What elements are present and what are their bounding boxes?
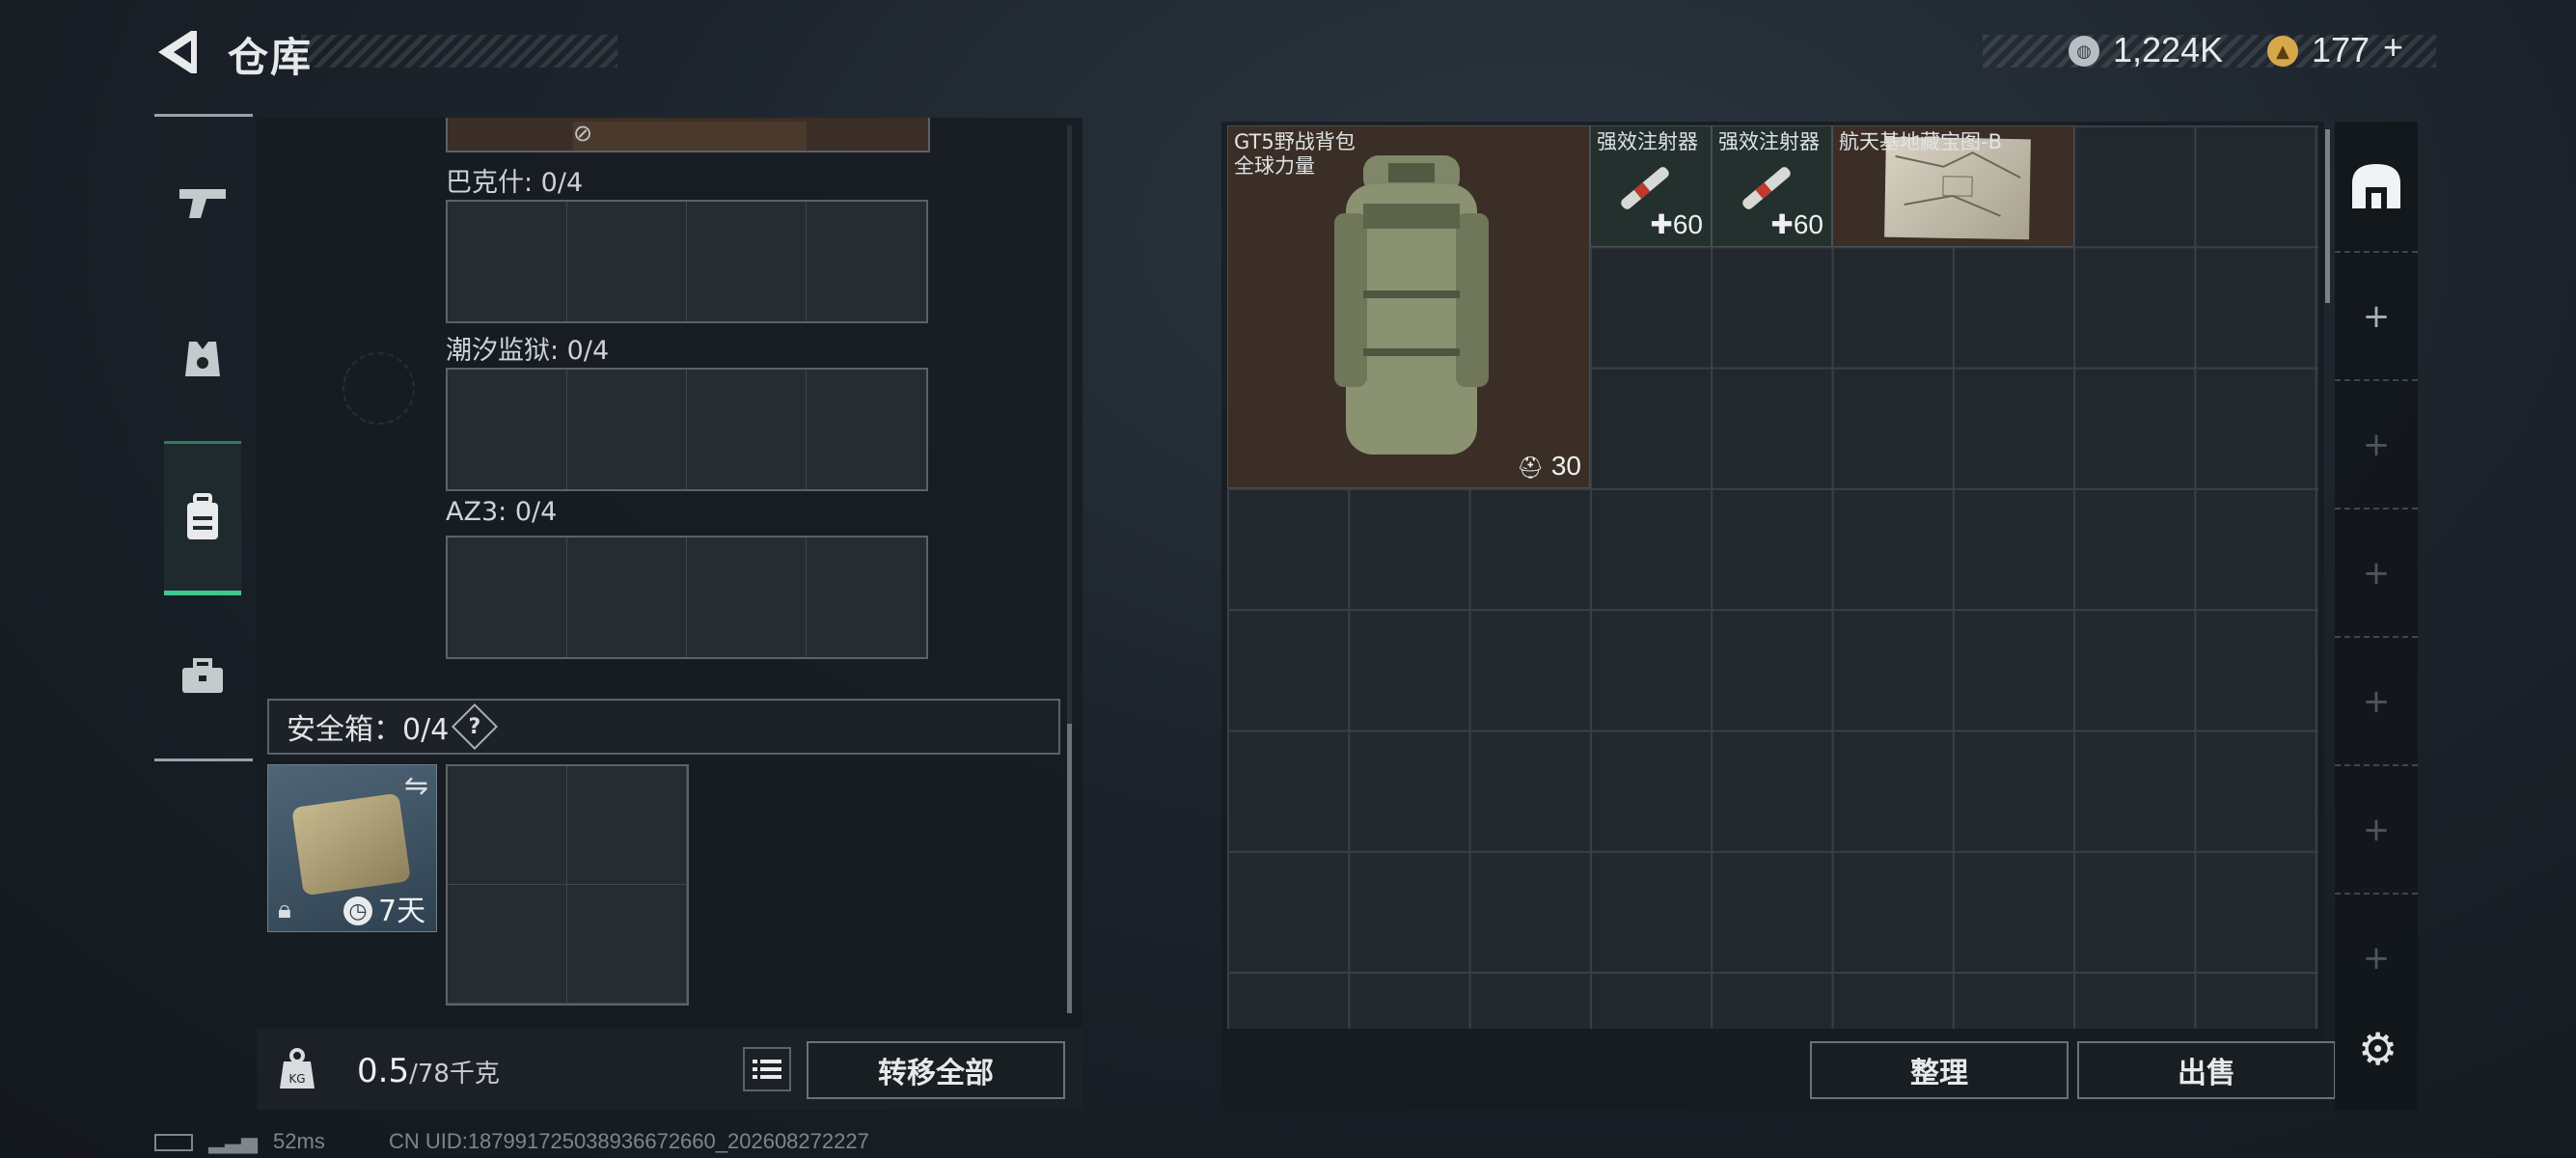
item-name: 航天基地藏宝图-B bbox=[1839, 130, 2002, 153]
inventory-scroll-thumb[interactable] bbox=[2325, 129, 2330, 303]
status-bar: ▂▃▅ 52ms CN UID:1879917250389366726​60_2… bbox=[154, 1129, 869, 1154]
settings-gear-icon[interactable]: ⚙ bbox=[2358, 1023, 2398, 1075]
backpack-icon bbox=[187, 493, 218, 539]
nav-divider-bottom bbox=[154, 758, 253, 761]
swap-icon[interactable]: ⇋ bbox=[404, 769, 428, 803]
safe-box-header: 安全箱：0/4 ? bbox=[267, 699, 1060, 755]
transfer-all-button[interactable]: 转移全部 bbox=[807, 1041, 1065, 1099]
crosshair-decoration bbox=[343, 352, 415, 425]
container-tab-stash[interactable] bbox=[2335, 122, 2418, 250]
plus-icon: ✚ bbox=[1770, 209, 1794, 239]
plus-icon: ✚ bbox=[1650, 209, 1673, 239]
gold-amount: 177 bbox=[2312, 30, 2370, 69]
pistol-icon bbox=[179, 189, 226, 218]
user-uid: CN UID:1879917250389366726​60_2026082722… bbox=[388, 1129, 869, 1153]
weight-icon: KG bbox=[278, 1048, 316, 1090]
signal-icon: ▂▃▅ bbox=[208, 1129, 258, 1153]
sell-button[interactable]: 出售 bbox=[2077, 1041, 2336, 1099]
item-count: ✚60 bbox=[1650, 209, 1703, 239]
stash-icon bbox=[2352, 163, 2400, 208]
add-container-slot[interactable]: + bbox=[2335, 636, 2418, 764]
silver-coin-icon: ◍ bbox=[2069, 36, 2099, 67]
add-container-slot[interactable]: + bbox=[2335, 251, 2418, 379]
toolbox-icon bbox=[182, 658, 223, 693]
inventory-item-backpack[interactable]: GT5野战背包 全球力量 ⛑︎ 30 bbox=[1227, 125, 1590, 488]
silver-amount: 1,224K bbox=[2113, 30, 2224, 69]
nav-toolbox[interactable] bbox=[164, 623, 241, 730]
partial-item-row[interactable]: ⊘ bbox=[446, 118, 930, 152]
item-count: ⛑︎ 30 bbox=[1517, 451, 1581, 481]
backpack-image bbox=[1334, 155, 1489, 455]
back-arrow-icon bbox=[158, 31, 197, 73]
inventory-item-map[interactable]: 航天基地藏宝图-B bbox=[1832, 125, 2074, 247]
help-icon: ? bbox=[468, 714, 481, 739]
weight-readout: 0.5/78千克 bbox=[357, 1052, 500, 1090]
slot-grid-az3[interactable] bbox=[446, 536, 928, 659]
item-name: 强效注射器 bbox=[1597, 130, 1698, 153]
list-icon bbox=[753, 1060, 781, 1079]
safe-duration: 7天 bbox=[378, 895, 426, 928]
lock-icon: 🔒︎ bbox=[278, 896, 291, 924]
battery-icon bbox=[154, 1134, 193, 1152]
svg-text:KG: KG bbox=[288, 1072, 305, 1086]
item-count: ✚60 bbox=[1770, 209, 1823, 239]
add-container-slot[interactable]: + bbox=[2335, 764, 2418, 893]
container-sidebar: + + + + + + bbox=[2335, 122, 2418, 1110]
nav-weapons[interactable] bbox=[164, 150, 241, 256]
inventory-item-injector[interactable]: 强效注射器 ✚60 bbox=[1712, 125, 1832, 247]
inventory-item-injector[interactable]: 强效注射器 ✚60 bbox=[1590, 125, 1712, 247]
add-gold-button[interactable]: + bbox=[2383, 27, 2403, 68]
safe-box-grid[interactable] bbox=[446, 764, 689, 1006]
locked-slot-icon: ⊘ bbox=[573, 120, 593, 147]
nav-divider-top bbox=[154, 114, 253, 117]
slot-label-bakshi: 巴克什: 0/4 bbox=[446, 168, 584, 198]
gold-coin-icon: ▲ bbox=[2267, 36, 2298, 67]
item-slot-partial bbox=[573, 122, 807, 151]
safe-case-image bbox=[291, 792, 411, 896]
back-button[interactable] bbox=[152, 25, 201, 79]
add-container-slot[interactable]: + bbox=[2335, 379, 2418, 508]
armor-vest-icon bbox=[185, 342, 220, 376]
left-scroll-thumb[interactable] bbox=[1067, 724, 1072, 1013]
slot-label-az3: AZ3: 0/4 bbox=[446, 497, 558, 527]
inventory-grid[interactable]: GT5野战背包 全球力量 ⛑︎ 30 强效注射器 ✚60 强效注射器 ✚60 航天… bbox=[1227, 125, 2318, 1029]
page-title: 仓库 bbox=[228, 34, 314, 81]
add-container-slot[interactable]: + bbox=[2335, 508, 2418, 636]
latency: 52ms bbox=[273, 1129, 325, 1153]
safe-box-item[interactable]: ⇋ 🔒︎ ◷ 7天 bbox=[267, 764, 437, 932]
title-decoration bbox=[301, 35, 617, 68]
safe-box-label: 安全箱：0/4 bbox=[287, 713, 450, 747]
slot-label-tide-prison: 潮汐监狱: 0/4 bbox=[446, 336, 610, 366]
add-container-slot[interactable]: + bbox=[2335, 893, 2418, 1021]
list-view-button[interactable] bbox=[743, 1047, 791, 1091]
sort-button[interactable]: 整理 bbox=[1810, 1041, 2069, 1099]
item-name: 强效注射器 bbox=[1718, 130, 1820, 153]
weight-current: 0.5 bbox=[357, 1052, 410, 1090]
slot-grid-bakshi[interactable] bbox=[446, 200, 928, 323]
help-button[interactable]: ? bbox=[452, 703, 499, 751]
slot-grid-tide-prison[interactable] bbox=[446, 368, 928, 491]
nav-armor[interactable] bbox=[164, 307, 241, 413]
weight-max: /78千克 bbox=[409, 1060, 500, 1089]
backpack-icon: ⛑︎ bbox=[1517, 455, 1545, 480]
item-name: GT5野战背包 全球力量 bbox=[1234, 130, 1356, 178]
clock-icon: ◷ bbox=[343, 896, 372, 925]
nav-backpack[interactable] bbox=[164, 441, 241, 595]
